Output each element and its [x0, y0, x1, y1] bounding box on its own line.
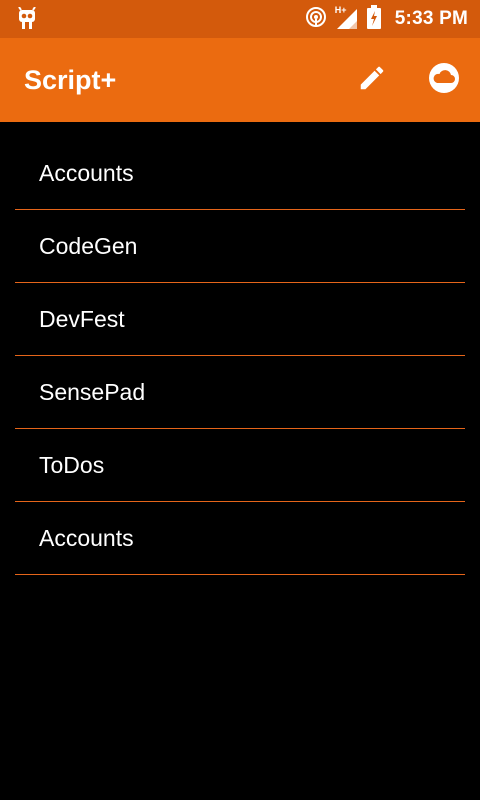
script-list: Accounts CodeGen DevFest SensePad ToDos … [15, 137, 465, 575]
list-item-label: SensePad [39, 378, 146, 405]
list-item-label: Accounts [39, 159, 134, 186]
list-item[interactable]: ToDos [15, 429, 465, 502]
edit-pencil-icon [357, 63, 387, 98]
app-bar: Script+ [0, 38, 480, 122]
signal-icon: H+ [334, 5, 359, 31]
list-item[interactable]: SensePad [15, 356, 465, 429]
status-bar: H+ 5:33 PM [0, 0, 480, 38]
list-item-label: Accounts [39, 524, 134, 551]
debug-bug-icon [16, 6, 38, 31]
network-type-label: H+ [334, 5, 347, 15]
hotspot-icon [305, 6, 327, 33]
list-item-label: CodeGen [39, 232, 138, 259]
list-item-label: DevFest [39, 305, 125, 332]
battery-charging-icon [366, 4, 381, 34]
list-item[interactable]: Accounts [15, 137, 465, 210]
list-item[interactable]: Accounts [15, 502, 465, 575]
status-time: 5:33 PM [394, 8, 468, 29]
cloud-icon [428, 62, 460, 99]
list-item[interactable]: DevFest [15, 283, 465, 356]
app-title: Script+ [24, 65, 117, 95]
list-item[interactable]: CodeGen [15, 210, 465, 283]
status-icons: H+ 5:33 PM [305, 0, 468, 38]
cloud-sync-button[interactable] [422, 58, 466, 102]
edit-button[interactable] [350, 58, 394, 102]
list-item-label: ToDos [39, 451, 105, 478]
